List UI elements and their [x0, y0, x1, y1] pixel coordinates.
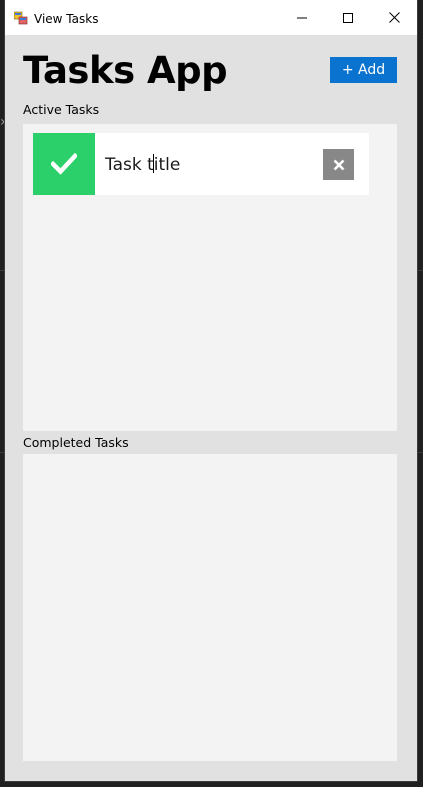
app-icon: [14, 11, 28, 25]
title-bar[interactable]: View Tasks: [5, 0, 417, 35]
active-tasks-panel[interactable]: Task title: [23, 124, 397, 431]
task-title-text-before-caret: Task t: [105, 155, 154, 175]
close-window-button[interactable]: [371, 0, 417, 35]
task-item[interactable]: Task title: [33, 133, 369, 195]
maximize-button[interactable]: [325, 0, 371, 35]
page-title: Tasks App: [23, 49, 228, 92]
maximize-icon: [343, 12, 353, 23]
desktop-divider: [417, 270, 423, 271]
minimize-icon: [297, 17, 307, 18]
task-title-text-after-caret: itle: [153, 155, 181, 175]
completed-tasks-label: Completed Tasks: [23, 435, 129, 450]
close-x-icon: [333, 159, 344, 170]
minimize-button[interactable]: [279, 0, 325, 35]
task-title-field[interactable]: Task title: [105, 154, 180, 175]
app-window: View Tasks Tasks App + Add Active Tasks …: [5, 0, 417, 781]
delete-task-button[interactable]: [323, 149, 354, 180]
add-task-button[interactable]: + Add: [330, 57, 397, 83]
window-title: View Tasks: [34, 12, 99, 26]
desktop-divider: [417, 452, 423, 453]
active-tasks-label: Active Tasks: [23, 102, 100, 117]
complete-task-button[interactable]: [33, 133, 95, 195]
checkmark-icon: [51, 153, 77, 175]
completed-tasks-panel[interactable]: [23, 454, 397, 761]
close-icon: [388, 12, 400, 23]
window-client-area: Tasks App + Add Active Tasks Task title …: [5, 35, 417, 781]
